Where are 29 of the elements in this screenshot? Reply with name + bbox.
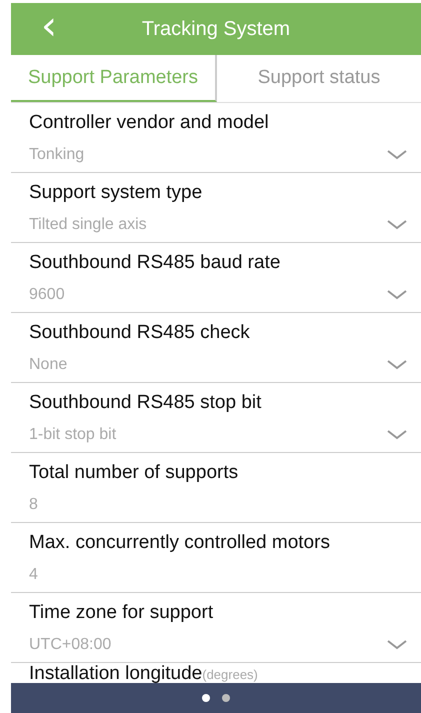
input-field[interactable]: 4 [29, 563, 407, 587]
tab[interactable]: Support Parameters [11, 55, 217, 102]
chevron-down-icon [387, 220, 407, 230]
tab[interactable]: Support status [217, 55, 421, 102]
field-label: Southbound RS485 baud rate [29, 251, 282, 275]
field-label: Southbound RS485 stop bit [29, 391, 262, 415]
dropdown-field[interactable]: Tilted single axis [29, 213, 407, 237]
dropdown-field[interactable]: Tonking [29, 143, 407, 167]
dropdown-field[interactable]: None [29, 353, 407, 377]
field-label: Max. concurrently controlled motors [29, 531, 331, 555]
input-field[interactable]: 8 [29, 493, 407, 517]
chevron-down-icon [387, 640, 407, 650]
field-label: Support system type [29, 181, 204, 205]
screen-title: Tracking System [140, 18, 292, 40]
back-button[interactable]: ‹ [11, 6, 71, 52]
field-label: Total number of supports [29, 461, 240, 485]
field-label: Controller vendor and model [29, 111, 270, 135]
chevron-down-icon [387, 150, 407, 160]
page-dot[interactable] [202, 694, 210, 702]
field-label: Installation longitude(degrees) [29, 663, 258, 683]
dropdown-field[interactable]: UTC+08:00 [29, 633, 407, 657]
dropdown-field[interactable]: 9600 [29, 283, 407, 307]
page-dot[interactable] [222, 694, 230, 702]
chevron-down-icon [387, 430, 407, 440]
chevron-down-icon [387, 360, 407, 370]
chevron-down-icon [387, 290, 407, 300]
field-label: Southbound RS485 check [29, 321, 251, 345]
field-label: Time zone for support [29, 601, 214, 625]
dropdown-field[interactable]: 1-bit stop bit [29, 423, 407, 447]
